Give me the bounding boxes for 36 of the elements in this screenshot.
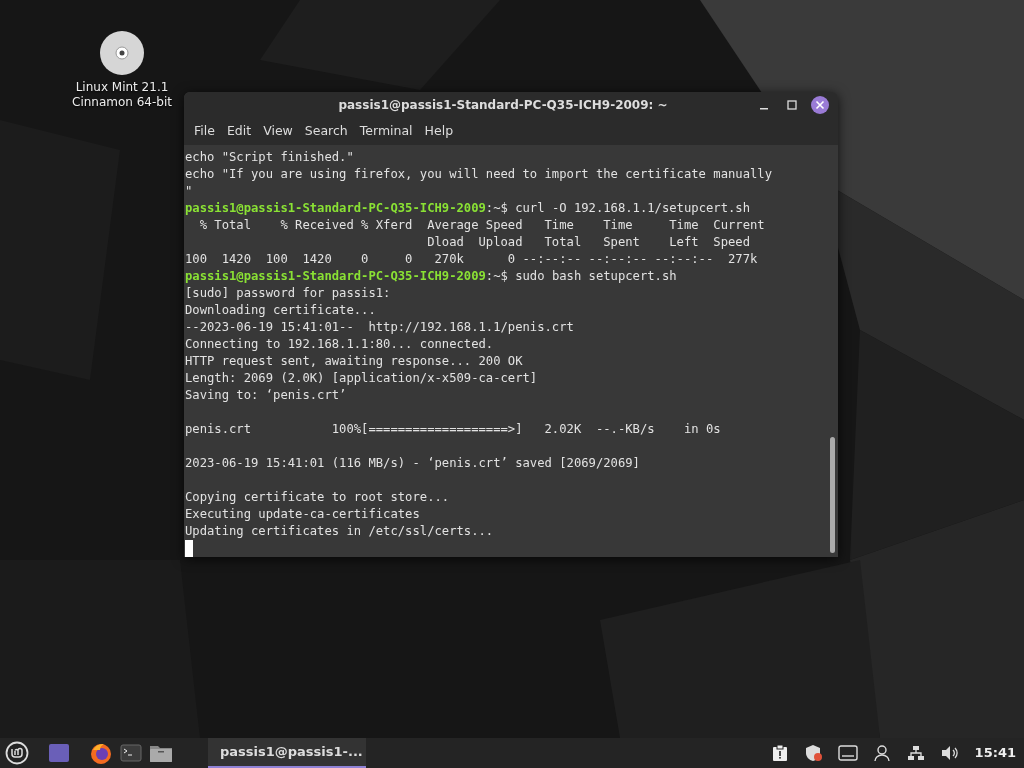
desktop-icon-label[interactable]: Linux Mint 21.1 Cinnamon 64-bit bbox=[62, 80, 182, 110]
terminal-line: Dload Upload Total Spent Left Speed bbox=[426, 234, 751, 251]
terminal-line: echo "Script finished." bbox=[185, 149, 355, 166]
terminal-line: 2023-06-19 15:41:01 (116 MB/s) - ‘penis.crt’ saved [2069/2069] bbox=[185, 455, 641, 472]
taskbar-window-button[interactable]: passis1@passis1-... bbox=[208, 738, 366, 768]
terminal-line: Connecting to 192.168.1.1:80... connected. bbox=[185, 336, 495, 353]
terminal-line: Copying certificate to root store... bbox=[185, 489, 451, 506]
menu-item[interactable]: File bbox=[188, 121, 221, 141]
menu-item[interactable]: Terminal bbox=[353, 121, 419, 141]
terminal-line: Saving to: ‘penis.crt’ bbox=[185, 387, 348, 404]
terminal-line: Executing update-ca-certificates bbox=[185, 506, 421, 523]
terminal-line: --2023-06-19 15:41:01-- http://192.168.1.1/penis.crt bbox=[185, 319, 575, 336]
terminal-line: penis.crt 100%[===================>] 2.02K --.-KB/s in 0s bbox=[185, 421, 722, 438]
menu-item[interactable]: View bbox=[257, 121, 299, 141]
terminal-line: Downloading certificate... bbox=[185, 302, 377, 319]
maximize-icon[interactable] bbox=[787, 99, 797, 110]
terminal-line: Length: 2069 (2.0K) [application/x-x509-ca-cert] bbox=[185, 370, 539, 387]
menu-item[interactable]: Edit bbox=[220, 121, 258, 141]
terminal-line: passis1@passis1-Standard-PC-Q35-ICH9-2009:~$ sudo bash setupcert.sh bbox=[185, 268, 678, 285]
menu-icon[interactable] bbox=[4, 740, 30, 766]
text-cursor bbox=[185, 540, 193, 557]
close-button[interactable] bbox=[810, 94, 830, 115]
scrollbar[interactable] bbox=[830, 437, 835, 553]
menu-item[interactable]: Search bbox=[298, 121, 354, 141]
terminal-line: echo "If you are using firefox, you will need to import the certificate manually bbox=[185, 166, 773, 183]
disc-icon[interactable] bbox=[99, 30, 145, 76]
window-title: passis1@passis1-Standard-PC-Q35-ICH9-2009: ~ bbox=[337, 96, 669, 114]
terminal-line: " bbox=[185, 183, 194, 200]
terminal-line: HTTP request sent, awaiting response... 200 OK bbox=[185, 353, 524, 370]
terminal-line: 100 1420 100 1420 0 0 270k 0 --:--:-- --:--:-- --:--:-- 277k bbox=[185, 251, 759, 268]
menu-item[interactable]: Help bbox=[418, 121, 460, 141]
clock[interactable]: 15:41 bbox=[974, 743, 1016, 763]
terminal-line: passis1@passis1-Standard-PC-Q35-ICH9-2009:~$ curl -O 192.168.1.1/setupcert.sh bbox=[185, 200, 751, 217]
terminal-line: [sudo] password for passis1: bbox=[185, 285, 392, 302]
terminal-line: Updating certificates in /etc/ssl/certs... bbox=[185, 523, 495, 540]
terminal-line: % Total % Received % Xferd Average Speed Time Time Time Current bbox=[198, 217, 766, 234]
